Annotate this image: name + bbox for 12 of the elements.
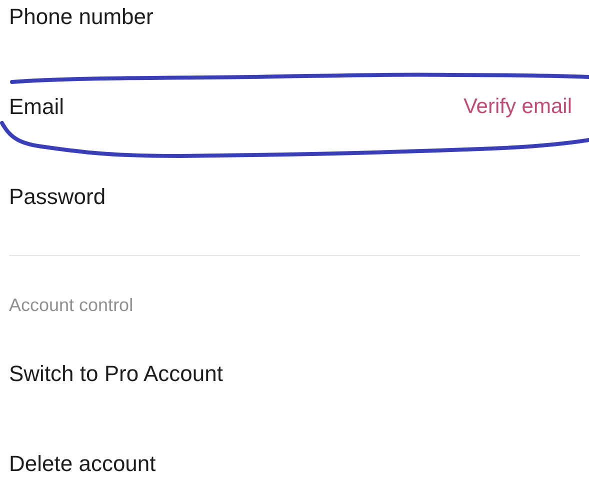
row-label: Delete account bbox=[9, 451, 156, 477]
row-label: Switch to Pro Account bbox=[9, 361, 223, 387]
section-heading: Account control bbox=[9, 294, 134, 317]
row-label: Password bbox=[9, 184, 106, 210]
verify-link[interactable]: Verify email bbox=[463, 95, 572, 119]
settings-row[interactable]: Password bbox=[0, 152, 589, 242]
settings-row[interactable]: Switch to Pro Account bbox=[0, 329, 589, 419]
row-label: Email bbox=[9, 94, 64, 120]
settings-row[interactable]: Phone number bbox=[0, 0, 589, 62]
settings-row[interactable]: Delete account bbox=[0, 419, 589, 492]
row-label: Phone number bbox=[9, 4, 154, 30]
settings-row[interactable]: Email Verify email bbox=[0, 62, 589, 152]
